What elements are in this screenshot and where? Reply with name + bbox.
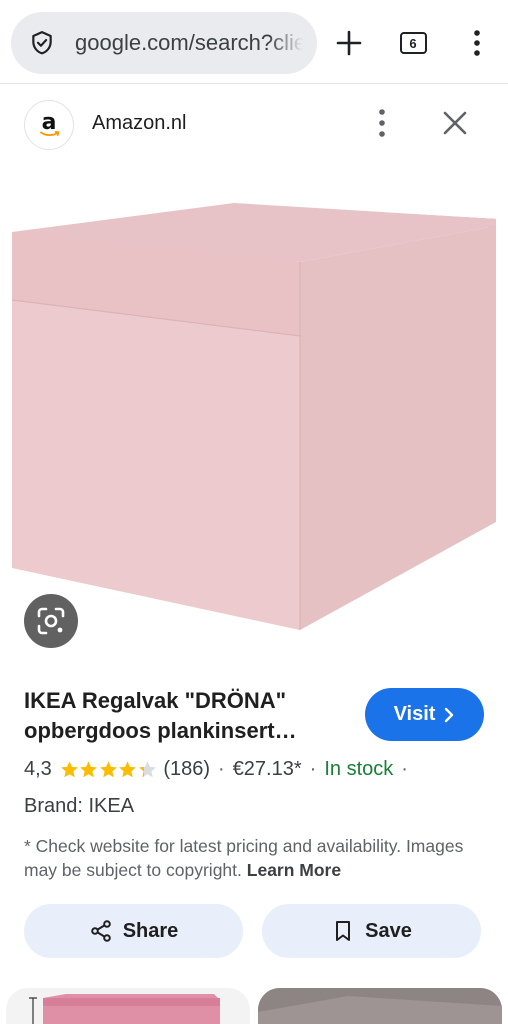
share-label: Share	[122, 919, 179, 942]
plus-icon	[336, 30, 362, 56]
star-icon	[60, 760, 78, 777]
amazon-logo[interactable]: a	[24, 100, 74, 150]
stock-status: In stock	[324, 757, 394, 780]
star-icon	[138, 760, 156, 777]
save-label: Save	[365, 919, 412, 942]
share-icon	[90, 920, 111, 942]
new-tab-button[interactable]	[330, 24, 368, 62]
separator: ·	[401, 757, 408, 780]
more-vert-icon	[474, 30, 480, 56]
visit-button[interactable]: Visit	[365, 688, 484, 741]
close-button[interactable]	[438, 106, 472, 140]
source-name[interactable]: Amazon.nl	[92, 112, 187, 135]
star-rating	[60, 760, 158, 779]
related-product-image	[258, 988, 502, 1024]
url-text[interactable]: google.com/search?client=ms-android	[75, 30, 303, 56]
review-count: (186)	[163, 757, 211, 780]
star-icon	[99, 760, 117, 777]
source-header: a Amazon.nl	[0, 96, 508, 152]
related-result-thumbnail[interactable]	[258, 988, 502, 1024]
learn-more-link[interactable]: Learn More	[247, 860, 341, 880]
more-vert-icon	[379, 109, 385, 137]
save-button[interactable]: Save	[262, 904, 481, 958]
product-title[interactable]: IKEA Regalvak "DRÖNA" opbergdoos plankin…	[24, 686, 344, 746]
price: €27.13*	[232, 757, 302, 780]
google-lens-button[interactable]	[24, 594, 78, 648]
tab-count: 6	[399, 32, 427, 54]
close-icon	[443, 111, 467, 135]
browser-toolbar: google.com/search?client=ms-android 6	[0, 0, 508, 84]
page: google.com/search?client=ms-android 6 a	[0, 0, 508, 1024]
bookmark-icon	[336, 921, 351, 941]
visit-label: Visit	[393, 703, 436, 725]
brand-label: Brand: IKEA	[24, 795, 135, 817]
title-line-1: IKEA Regalvak "DRÖNA"	[24, 688, 287, 713]
separator: ·	[218, 757, 225, 780]
shield-icon[interactable]	[29, 30, 55, 56]
address-bar[interactable]: google.com/search?client=ms-android	[11, 12, 317, 74]
browser-menu-button[interactable]	[462, 24, 492, 62]
star-icon	[119, 760, 137, 777]
disclaimer-text: * Check website for latest pricing and a…	[24, 836, 464, 880]
source-options-button[interactable]	[370, 106, 394, 140]
rating-value: 4,3	[24, 757, 52, 780]
chevron-right-icon	[445, 707, 454, 722]
related-result-thumbnail[interactable]	[6, 988, 250, 1024]
title-line-2: opbergdoos plankinsert…	[24, 718, 297, 743]
lens-icon	[37, 607, 65, 635]
rating-row: 4,3 (186) · €27.13* · In stock ·	[24, 756, 416, 782]
star-icon	[80, 760, 98, 777]
tab-switcher-button[interactable]: 6	[394, 26, 432, 60]
product-image[interactable]	[0, 170, 508, 660]
related-product-image	[29, 994, 220, 1024]
smile-arrow-icon	[40, 131, 60, 137]
share-button[interactable]: Share	[24, 904, 243, 958]
disclaimer: * Check website for latest pricing and a…	[24, 834, 494, 882]
separator: ·	[309, 757, 317, 780]
